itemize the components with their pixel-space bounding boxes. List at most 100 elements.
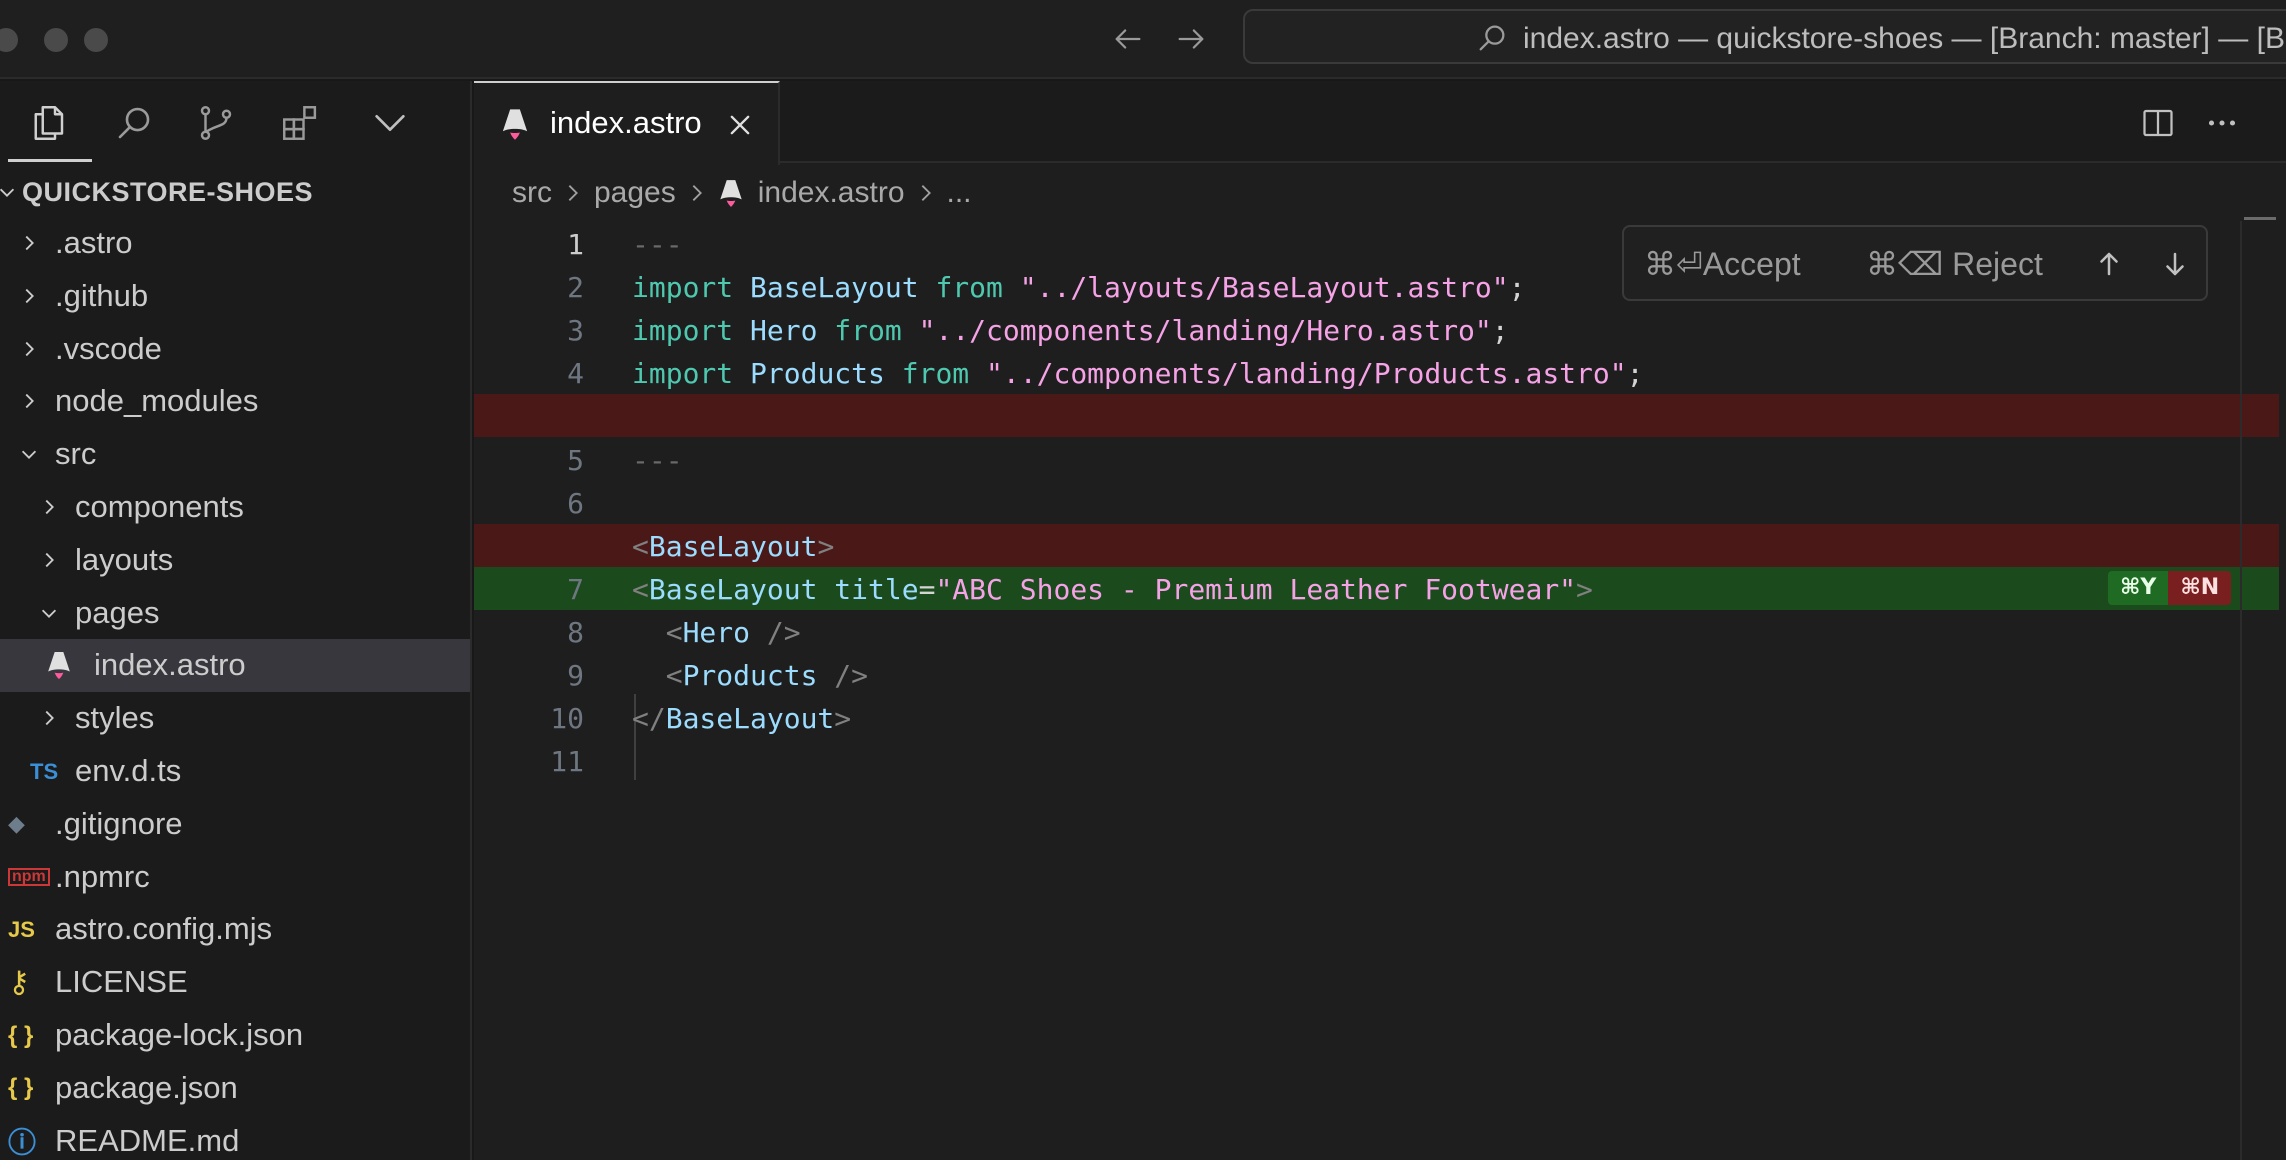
tree-item-label: astro.config.mjs — [55, 911, 273, 947]
line-number: 10 — [550, 702, 584, 736]
tree-file-astro-config-mjs[interactable]: JS astro.config.mjs — [0, 903, 470, 956]
code-text: </BaseLayout> — [632, 702, 851, 735]
code-line[interactable]: 6 — [474, 481, 2279, 524]
reject-shortcut-badge[interactable]: ⌘N — [2168, 570, 2232, 605]
line-number: 5 — [567, 443, 584, 477]
breadcrumb-src[interactable]: src — [512, 176, 552, 210]
tree-item-label: .vscode — [55, 330, 162, 366]
explorer-section-title[interactable]: QUICKSTORE-SHOES — [22, 177, 313, 208]
code-token: from — [884, 357, 987, 391]
active-view-indicator — [8, 159, 92, 162]
tree-item-label: .npmrc — [55, 858, 150, 894]
code-text: <BaseLayout title="ABC Shoes - Premium L… — [632, 573, 1593, 606]
astro-file-icon — [720, 180, 742, 207]
tree-folder-styles[interactable]: styles — [0, 692, 470, 745]
removed-line[interactable] — [474, 394, 2279, 438]
tree-file-license[interactable]: ⚷ LICENSE — [0, 956, 470, 1009]
tree-folder-layouts[interactable]: layouts — [0, 534, 470, 587]
tree-file-npmrc[interactable]: npm .npmrc — [0, 851, 470, 904]
window-close-button[interactable] — [0, 28, 18, 52]
code-token: < — [632, 572, 649, 606]
tree-folder-github[interactable]: .github — [0, 270, 470, 323]
removed-line[interactable]: <BaseLayout> — [474, 523, 2279, 567]
chevron-down-icon[interactable] — [0, 181, 18, 203]
tree-file-index-astro[interactable]: index.astro — [0, 639, 470, 693]
tree-item-label: .astro — [55, 225, 133, 260]
line-number: 2 — [567, 271, 584, 305]
accept-shortcut-badge[interactable]: ⌘Y — [2108, 570, 2169, 605]
javascript-file-icon: JS — [8, 916, 35, 942]
tree-folder-vscode[interactable]: .vscode — [0, 323, 470, 376]
code-token: BaseLayout — [665, 702, 835, 736]
arrow-down-icon[interactable] — [2160, 249, 2190, 279]
scrollbar-thumb[interactable] — [2244, 217, 2276, 220]
added-line[interactable]: 7 <BaseLayout title="ABC Shoes - Premium … — [474, 566, 2279, 610]
code-line[interactable]: 8 <Hero /> — [474, 610, 2279, 653]
code-editor[interactable]: 1 --- 2 import BaseLayout from "../layouts/… — [474, 221, 2286, 1160]
tree-file-package-lock-json[interactable]: { } package-lock.json — [0, 1009, 470, 1062]
window-zoom-button[interactable] — [84, 28, 108, 52]
tree-item-label: .github — [55, 277, 149, 313]
code-token: from — [918, 271, 1020, 305]
code-line[interactable]: 3 import Hero from "../components/landing… — [474, 308, 2279, 351]
explorer-view-button[interactable] — [16, 91, 80, 155]
code-token: ; — [1508, 271, 1526, 305]
tree-folder-astro[interactable]: .astro — [0, 217, 470, 270]
code-text: --- — [632, 228, 683, 261]
breadcrumb-symbol[interactable]: ... — [947, 176, 972, 210]
code-token: --- — [632, 443, 683, 477]
git-file-icon: ◆ — [8, 811, 25, 837]
tree-folder-node-modules[interactable]: node_modules — [0, 375, 470, 428]
chevron-down-icon — [375, 115, 405, 131]
tree-folder-pages[interactable]: pages — [0, 587, 470, 640]
forward-button[interactable] — [1168, 16, 1214, 62]
code-token: BaseLayout — [750, 271, 919, 305]
search-view-button[interactable] — [102, 91, 166, 155]
tree-file-package-json[interactable]: { } package.json — [0, 1062, 470, 1115]
back-button[interactable] — [1105, 16, 1151, 62]
code-line[interactable]: 11 — [474, 739, 2279, 782]
arrow-up-icon[interactable] — [2094, 249, 2124, 279]
license-key-icon: ⚷ — [8, 966, 30, 1000]
window-minimize-button[interactable] — [44, 28, 68, 52]
code-text: <Hero /> — [632, 616, 801, 649]
tree-file-readme-md[interactable]: ⓘ README.md — [0, 1115, 470, 1160]
tab-index-astro[interactable]: index.astro — [474, 81, 780, 165]
code-token: title — [817, 572, 919, 606]
accept-diff-button[interactable]: ⌘⏎Accept — [1644, 245, 1801, 283]
inline-diff-shortcuts: ⌘Y ⌘N — [2108, 570, 2232, 605]
breadcrumb-file[interactable]: index.astro — [758, 176, 905, 210]
code-text: --- — [632, 444, 683, 477]
command-center-text: index.astro — quickstore-shoes — [Branch… — [1523, 22, 2285, 55]
source-control-view-button[interactable] — [184, 91, 248, 155]
reject-diff-button[interactable]: ⌘⌫ Reject — [1866, 245, 2043, 283]
extensions-view-button[interactable] — [268, 91, 332, 155]
search-icon — [118, 107, 150, 139]
tree-folder-src[interactable]: src — [0, 428, 470, 481]
close-icon[interactable] — [726, 111, 754, 139]
breadcrumb-pages[interactable]: pages — [594, 176, 676, 210]
tree-item-label: package.json — [55, 1069, 238, 1105]
line-number: 8 — [567, 615, 584, 649]
code-line[interactable]: 5 --- — [474, 438, 2279, 481]
info-icon: ⓘ — [8, 1127, 37, 1159]
more-views-button[interactable] — [358, 91, 422, 155]
chevron-right-icon — [18, 232, 40, 254]
code-token: < — [665, 615, 683, 649]
editor-group: index.astro src pages index.astro ... 1 -… — [474, 81, 2286, 1160]
command-center[interactable]: index.astro — quickstore-shoes — [Branch… — [1243, 9, 2286, 64]
tree-file-env-d-ts[interactable]: TS env.d.ts — [0, 745, 470, 798]
code-line[interactable]: 4 import Products from "../components/lan… — [474, 351, 2279, 394]
split-editor-icon — [2143, 109, 2173, 137]
line-number: 7 — [567, 572, 584, 606]
more-actions-button[interactable] — [2200, 101, 2244, 145]
tree-folder-components[interactable]: components — [0, 481, 470, 534]
tree-file-gitignore[interactable]: ◆ .gitignore — [0, 798, 470, 851]
split-editor-button[interactable] — [2136, 101, 2180, 145]
vertical-scrollbar[interactable] — [2240, 221, 2242, 1160]
code-line[interactable]: 10 </BaseLayout> — [474, 696, 2279, 739]
code-token: BaseLayout — [648, 529, 818, 563]
typescript-file-icon: TS — [30, 758, 59, 784]
code-line[interactable]: 9 <Products /> — [474, 653, 2279, 696]
